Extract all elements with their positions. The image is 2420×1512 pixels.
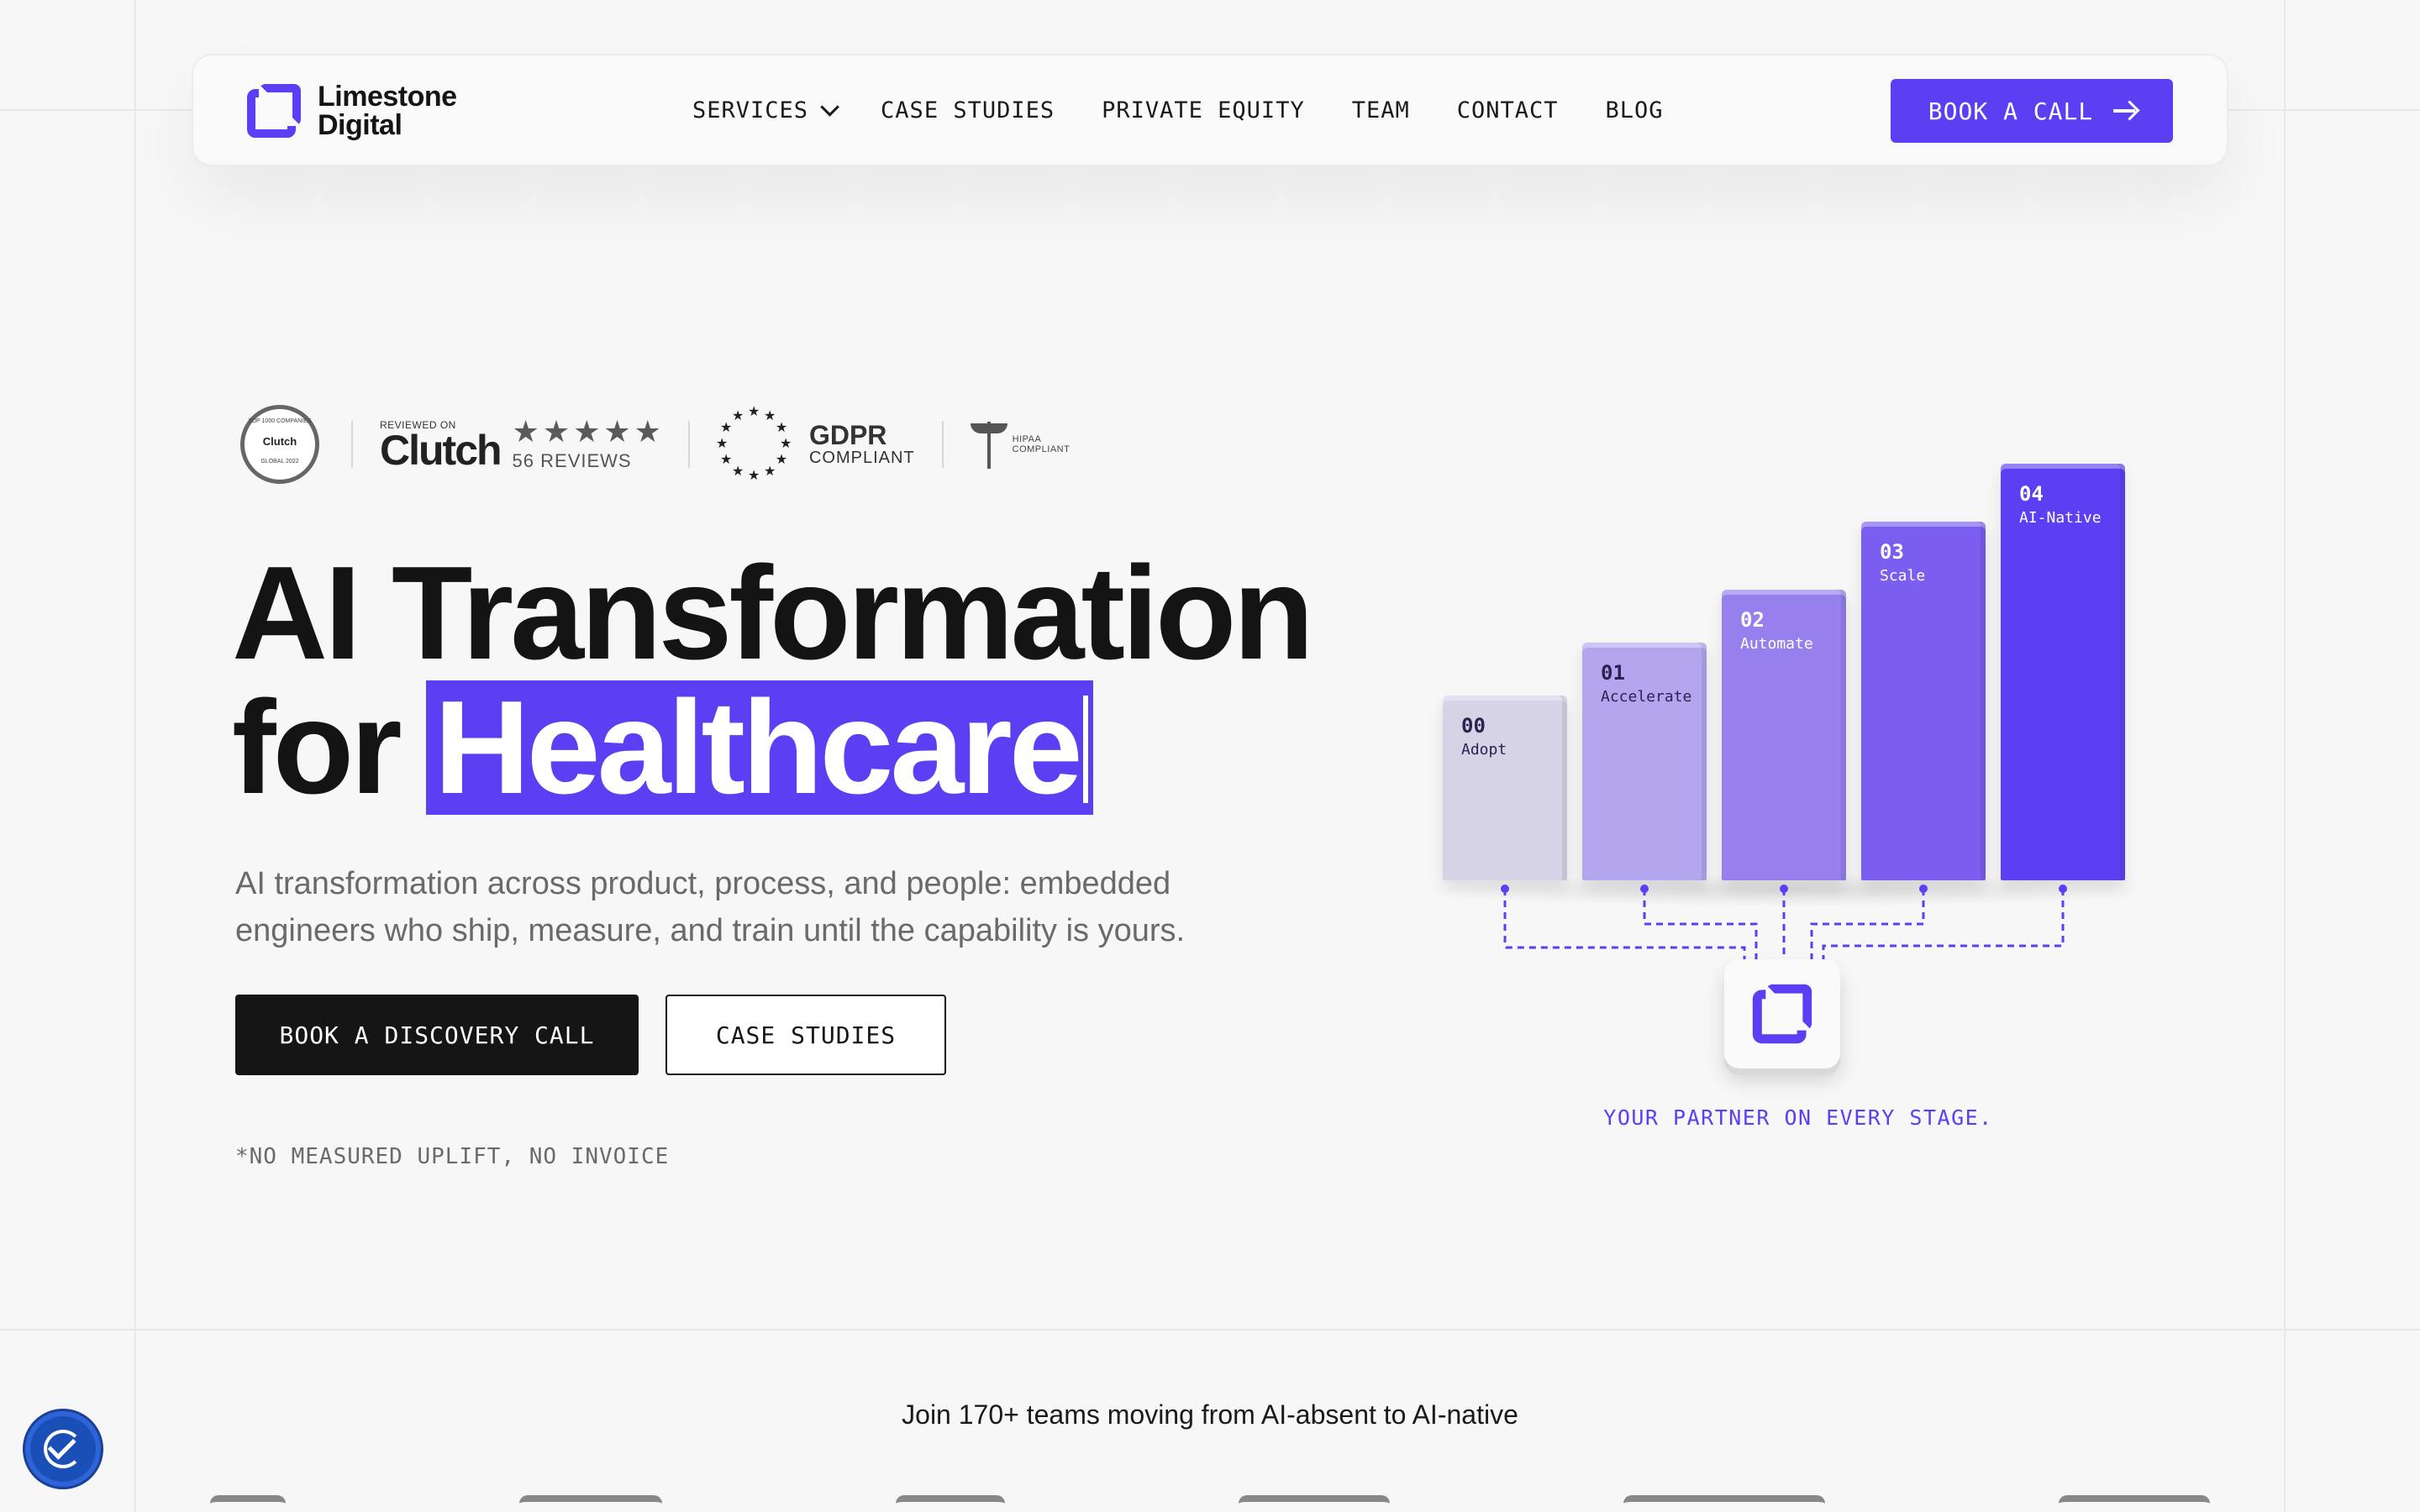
client-logo — [1239, 1495, 1390, 1512]
hero-title-for: for — [232, 674, 402, 822]
hero-title-line1: AI Transformation — [232, 539, 1314, 687]
hero-title: AI Transformation for Healthcare — [232, 539, 1314, 822]
eu-star-icon: ★ — [715, 437, 729, 451]
nav-link-team[interactable]: TEAM — [1352, 97, 1410, 123]
star-icon: ★ — [603, 414, 631, 449]
eu-star-icon: ★ — [731, 464, 744, 479]
eu-star-icon: ★ — [747, 469, 760, 483]
logo-mark-icon — [1752, 984, 1812, 1044]
chevron-down-icon — [820, 97, 839, 117]
review-count: 56 REVIEWS — [512, 450, 632, 471]
eu-star-icon: ★ — [731, 409, 744, 424]
nav-links: SERVICES CASE STUDIES PRIVATE EQUITY TEA… — [692, 55, 1664, 165]
badge-divider — [687, 421, 690, 468]
ai-stages-illustration: 00 Adopt 01 Accelerate 02 Automate 03 Scale 04 AI… — [1412, 420, 2185, 1142]
client-logos-row — [210, 1495, 2210, 1512]
nav-link-contact[interactable]: CONTACT — [1457, 97, 1559, 123]
nav-link-case-studies[interactable]: CASE STUDIES — [881, 97, 1055, 123]
site-logo[interactable]: Limestone Digital — [247, 82, 457, 139]
nav-link-private-equity[interactable]: PRIVATE EQUITY — [1102, 97, 1305, 123]
client-logo — [1623, 1495, 1825, 1512]
hipaa-label: HIPAA — [1012, 434, 1042, 444]
eu-star-icon: ★ — [763, 409, 776, 424]
trust-badges: TOP 1000 COMPANIES Clutch GLOBAL 2022 RE… — [235, 400, 1070, 489]
eu-star-icon: ★ — [779, 437, 792, 451]
frame-line-left — [134, 0, 136, 1512]
text-cursor — [1082, 696, 1088, 803]
frame-line-bottom — [0, 1329, 2420, 1331]
star-icon: ★ — [542, 414, 571, 449]
case-studies-button[interactable]: CASE STUDIES — [666, 995, 946, 1075]
caduceus-icon — [970, 418, 1007, 470]
hero-title-highlight: Healthcare — [425, 680, 1093, 815]
star-icon: ★ — [634, 414, 661, 449]
book-discovery-call-button[interactable]: BOOK A DISCOVERY CALL — [235, 995, 639, 1075]
book-a-call-button[interactable]: BOOK A CALL — [1891, 79, 2173, 143]
star-icon: ★ — [512, 414, 539, 449]
clutch-wordmark: Clutch — [380, 427, 502, 474]
limestone-hub-block — [1724, 959, 1840, 1068]
star-icon: ★ — [573, 414, 601, 449]
eu-stars-icon: ★ ★ ★ ★ ★ ★ ★ ★ ★ ★ ★ ★ — [715, 405, 792, 483]
eu-star-icon: ★ — [775, 421, 788, 435]
client-logo — [519, 1495, 662, 1512]
clutch-reviews-badge[interactable]: REVIEWED ON Clutch ★ ★ ★ ★ ★ 56 REVIEWS — [380, 417, 661, 472]
logo-text: Limestone Digital — [318, 81, 457, 141]
nav-link-services[interactable]: SERVICES — [692, 97, 839, 123]
nav-link-blog[interactable]: BLOG — [1606, 97, 1664, 123]
arrow-right-icon — [2113, 109, 2136, 113]
eu-star-icon: ★ — [720, 421, 733, 435]
join-teams-heading: Join 170+ teams moving from AI-absent to… — [902, 1399, 1518, 1430]
rating-stars: ★ ★ ★ ★ ★ — [513, 417, 661, 447]
hipaa-badge: HIPAA COMPLIANT — [970, 418, 1071, 470]
frame-line-right — [2284, 0, 2286, 1512]
hero-subtitle: AI transformation across product, proces… — [235, 866, 1186, 948]
clutch-top-companies-badge: TOP 1000 COMPANIES Clutch GLOBAL 2022 — [235, 400, 324, 489]
logo-mark-icon — [247, 84, 301, 138]
accessibility-button[interactable] — [25, 1411, 101, 1487]
gdpr-subtitle: COMPLIANT — [808, 448, 915, 467]
top-navigation: Limestone Digital SERVICES CASE STUDIES … — [192, 54, 2228, 166]
client-logo — [210, 1495, 286, 1512]
hipaa-compliant-label: COMPLIANT — [1012, 444, 1071, 454]
partner-tagline: YOUR PARTNER ON EVERY STAGE. — [1603, 1105, 1993, 1130]
client-logo — [896, 1495, 1005, 1512]
badge-divider — [941, 421, 944, 468]
eu-star-icon: ★ — [720, 453, 733, 467]
client-logo — [2059, 1495, 2210, 1512]
badge-divider — [351, 421, 353, 468]
eu-star-icon: ★ — [747, 405, 760, 419]
hero-footnote: *NO MEASURED UPLIFT, NO INVOICE — [235, 1144, 670, 1169]
eu-star-icon: ★ — [763, 464, 776, 479]
gdpr-title: GDPR — [808, 419, 887, 450]
gdpr-badge: ★ ★ ★ ★ ★ ★ ★ ★ ★ ★ ★ ★ GDPR COMPLIANT — [715, 405, 915, 483]
eu-star-icon: ★ — [775, 453, 788, 467]
